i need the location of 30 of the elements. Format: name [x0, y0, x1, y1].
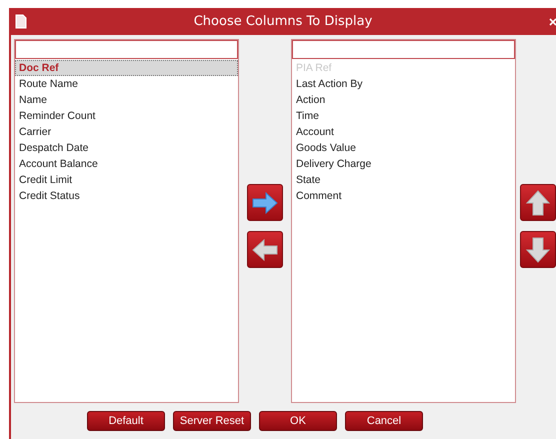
list-item[interactable]: Credit Status: [15, 188, 238, 204]
list-item[interactable]: Credit Limit: [15, 172, 238, 188]
window-title: Choose Columns To Display: [192, 14, 374, 29]
list-item[interactable]: Route Name: [15, 76, 238, 92]
dialog-button[interactable]: Server Reset: [173, 411, 251, 431]
move-up-button[interactable]: [520, 184, 556, 221]
list-item[interactable]: State: [292, 172, 515, 188]
list-item[interactable]: Last Action By: [292, 76, 515, 92]
list-item[interactable]: Carrier: [15, 124, 238, 140]
list-item[interactable]: Doc Ref: [15, 60, 238, 76]
list-item[interactable]: Comment: [292, 188, 515, 204]
dialog-button[interactable]: OK: [259, 411, 337, 431]
document-icon: [15, 14, 27, 29]
filter-field[interactable]: [292, 40, 515, 59]
list-item[interactable]: Goods Value: [292, 140, 515, 156]
list-item[interactable]: Time: [292, 108, 515, 124]
remove-column-button[interactable]: [247, 231, 283, 268]
move-down-button[interactable]: [520, 231, 556, 268]
dialog-button[interactable]: Cancel: [345, 411, 423, 431]
list-item[interactable]: Name: [15, 92, 238, 108]
list-item[interactable]: Action: [292, 92, 515, 108]
dialog-button[interactable]: Default: [87, 411, 165, 431]
close-icon[interactable]: [549, 17, 556, 27]
list-item[interactable]: Account Balance: [15, 156, 238, 172]
list-item[interactable]: Reminder Count: [15, 108, 238, 124]
list-item[interactable]: Account: [292, 124, 515, 140]
filter-field[interactable]: [15, 40, 238, 59]
add-column-button[interactable]: [247, 184, 283, 221]
list-item[interactable]: Delivery Charge: [292, 156, 515, 172]
list-item[interactable]: Despatch Date: [15, 140, 238, 156]
